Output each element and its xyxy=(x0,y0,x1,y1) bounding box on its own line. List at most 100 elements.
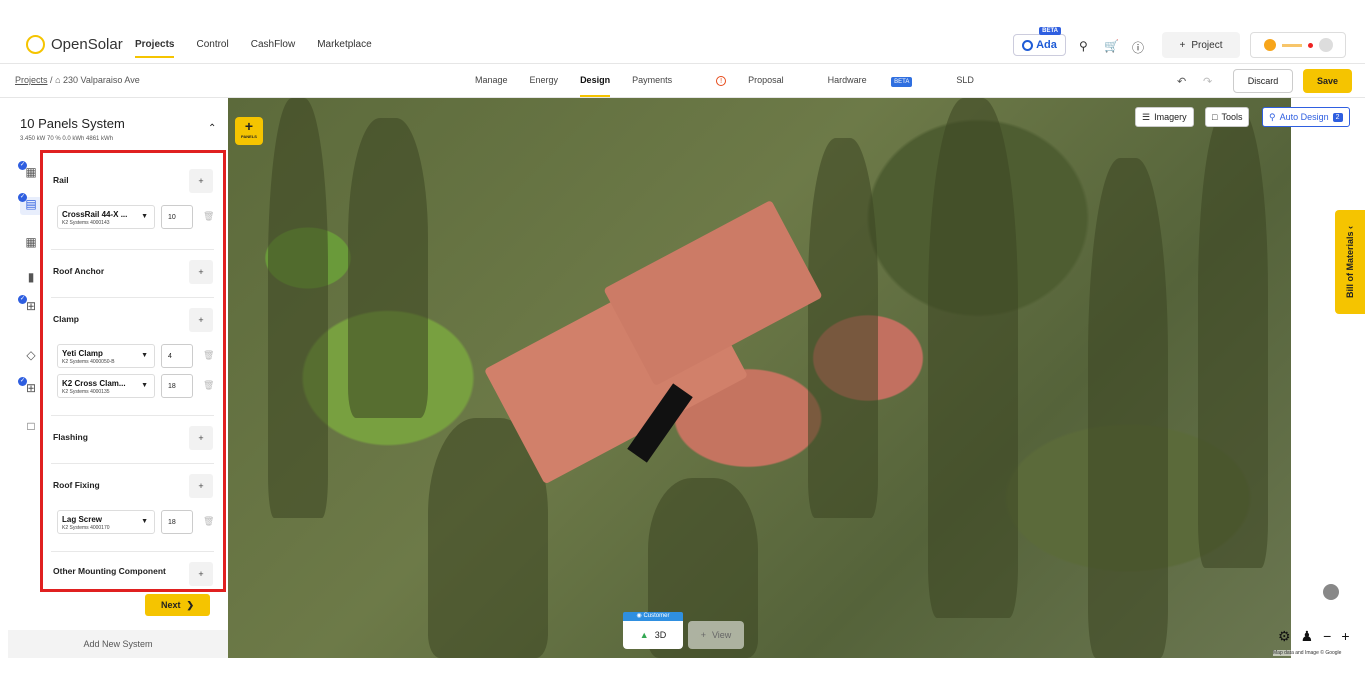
discard-button[interactable]: Discard xyxy=(1233,69,1293,93)
section-clamp: Clamp + Yeti Clamp K2 Systems 4000050-B ▼ … xyxy=(51,297,214,415)
add-other-mounting-button[interactable]: + xyxy=(189,562,213,586)
cart-icon[interactable]: 🛒 xyxy=(1104,39,1119,53)
add-roof-fixing-button[interactable]: + xyxy=(189,474,213,498)
tab-manage[interactable]: Manage xyxy=(475,75,508,97)
incentives-tool[interactable]: ✓ ⊞ xyxy=(18,377,42,399)
compass-widget[interactable] xyxy=(1306,572,1356,616)
add-panels-button[interactable]: + PANELS xyxy=(235,117,263,145)
section-flashing: Flashing + xyxy=(51,415,214,463)
section-roof-anchor: Roof Anchor + xyxy=(51,249,214,297)
component-name: K2 Cross Clam... xyxy=(62,379,126,388)
3d-map-view[interactable] xyxy=(228,98,1291,658)
pricing-tool[interactable]: ◇ xyxy=(20,348,42,366)
zoom-out-icon[interactable]: − xyxy=(1323,628,1331,645)
nav-control[interactable]: Control xyxy=(196,39,228,58)
redo-icon[interactable]: ↷ xyxy=(1203,75,1212,88)
opensolar-logo[interactable]: OpenSolar xyxy=(26,35,123,54)
user-menu[interactable] xyxy=(1250,32,1346,58)
section-roof-fixing: Roof Fixing + Lag Screw K2 Systems 400017… xyxy=(51,463,214,551)
tab-hardware-label: Hardware xyxy=(827,75,867,85)
auto-design-icon: ⚲ xyxy=(1269,111,1276,122)
mounting-tool[interactable]: ✓ ▤ xyxy=(18,193,42,215)
component-select[interactable]: Yeti Clamp K2 Systems 4000050-B ▼ xyxy=(57,344,155,368)
bill-of-materials-tab[interactable]: Bill of Materials ‹ xyxy=(1335,210,1365,314)
component-select[interactable]: Lag Screw K2 Systems 4000170 ▼ xyxy=(57,510,155,534)
trash-icon[interactable]: 🗑 xyxy=(203,350,214,361)
quantity-input[interactable]: 18 xyxy=(161,510,193,534)
settings-icon[interactable]: ⚙ xyxy=(1278,628,1291,645)
plus-icon: + xyxy=(1179,39,1186,51)
quantity-input[interactable]: 4 xyxy=(161,344,193,368)
customer-label: Customer xyxy=(643,613,670,619)
nav-marketplace[interactable]: Marketplace xyxy=(317,39,371,58)
hardware-beta-badge: BETA xyxy=(891,77,913,87)
tab-design[interactable]: Design xyxy=(580,75,611,97)
bom-label: Bill of Materials xyxy=(1345,231,1355,299)
add-rail-button[interactable]: + xyxy=(189,169,213,193)
next-button[interactable]: Next ❯ xyxy=(145,594,210,616)
summary-tool[interactable]: □ xyxy=(20,419,42,437)
3d-view-button[interactable]: ▲ 3D xyxy=(623,621,683,649)
section-title: Roof Fixing xyxy=(53,480,100,490)
plus-icon: + xyxy=(700,630,706,640)
auto-design-badge: 2 xyxy=(1332,112,1343,122)
breadcrumb-projects-link[interactable]: Projects xyxy=(15,75,48,85)
ada-icon xyxy=(1022,39,1034,51)
check-icon: ✓ xyxy=(18,193,27,202)
trash-icon[interactable]: 🗑 xyxy=(203,380,214,391)
tools-button[interactable]: □ Tools xyxy=(1205,107,1250,127)
auto-design-button[interactable]: ⚲ Auto Design 2 xyxy=(1262,107,1350,127)
section-rail: Rail + CrossRail 44-X ... K2 Systems 4000… xyxy=(51,153,214,249)
components-tool[interactable]: ✓ ⊞ xyxy=(18,295,42,317)
add-view-button[interactable]: + View xyxy=(688,621,744,649)
new-project-button[interactable]: + Project xyxy=(1162,32,1240,58)
save-button[interactable]: Save xyxy=(1303,69,1352,93)
quantity-input[interactable]: 18 xyxy=(161,374,193,398)
add-panels-label: PANELS xyxy=(241,134,257,139)
document-icon: □ xyxy=(27,419,35,433)
component-select[interactable]: CrossRail 44-X ... K2 Systems 4000143 ▼ xyxy=(57,205,155,229)
zoom-in-icon[interactable]: + xyxy=(1341,628,1349,645)
chevron-up-icon[interactable]: ⌃ xyxy=(208,123,216,134)
component-select[interactable]: K2 Cross Clam... K2 Systems 4000135 ▼ xyxy=(57,374,155,398)
street-view-icon[interactable]: ♟ xyxy=(1301,628,1314,645)
tab-proposal[interactable]: ! Proposal xyxy=(716,75,806,97)
battery-tool[interactable]: ▮ xyxy=(20,270,42,288)
tab-sld[interactable]: SLD xyxy=(956,75,974,97)
add-clamp-button[interactable]: + xyxy=(189,308,213,332)
trash-icon[interactable]: 🗑 xyxy=(203,516,214,527)
eye-icon: ◉ xyxy=(636,613,642,619)
warning-icon: ! xyxy=(716,76,727,86)
battery-icon: ▮ xyxy=(27,270,35,284)
tab-energy[interactable]: Energy xyxy=(530,75,559,97)
add-flashing-button[interactable]: + xyxy=(189,426,213,450)
imagery-button[interactable]: ☰ Imagery xyxy=(1135,107,1194,127)
org-name-mark xyxy=(1281,43,1302,47)
add-new-system-button[interactable]: Add New System xyxy=(8,630,228,658)
search-icon[interactable]: ⚲ xyxy=(1079,39,1088,53)
nav-projects[interactable]: Projects xyxy=(135,39,175,58)
mounting-components-panel: Rail + CrossRail 44-X ... K2 Systems 4000… xyxy=(40,150,226,592)
map-credit: Map data and Image © Google xyxy=(1273,650,1342,656)
help-icon[interactable]: ⓘ xyxy=(1132,39,1144,56)
quantity-input[interactable]: 10 xyxy=(161,205,193,229)
tab-hardware[interactable]: Hardware BETA xyxy=(828,75,935,97)
ada-button[interactable]: BETA Ada xyxy=(1013,27,1066,56)
component-sku: K2 Systems 4000170 xyxy=(62,525,110,531)
roof-tool[interactable]: ▦ xyxy=(20,235,42,253)
grid-icon: ▦ xyxy=(25,165,37,179)
panels-tool[interactable]: ✓ ▦ xyxy=(18,161,42,183)
project-tabs: Manage Energy Design Payments ! Proposal … xyxy=(475,75,996,97)
section-title: Rail xyxy=(53,175,69,185)
add-roof-anchor-button[interactable]: + xyxy=(189,260,213,284)
component-name: CrossRail 44-X ... xyxy=(62,210,128,219)
brand-name: OpenSolar xyxy=(51,36,123,53)
tab-payments[interactable]: Payments xyxy=(632,75,694,97)
undo-icon[interactable]: ↶ xyxy=(1177,75,1186,88)
component-sku: K2 Systems 4000135 xyxy=(62,389,110,395)
trash-icon[interactable]: 🗑 xyxy=(203,211,214,222)
nav-cashflow[interactable]: CashFlow xyxy=(251,39,295,58)
roof-icon: ▦ xyxy=(25,235,37,249)
view-label: View xyxy=(711,630,732,640)
3d-label: 3D xyxy=(654,630,667,640)
